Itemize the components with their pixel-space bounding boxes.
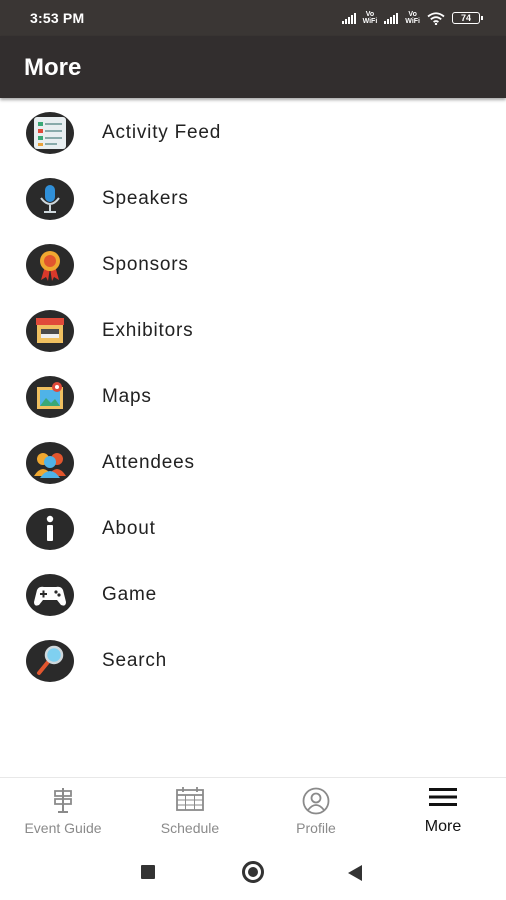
signpost-icon [54, 788, 72, 813]
menu-item-attendees[interactable]: Attendees [0, 433, 506, 493]
hamburger-icon [429, 788, 457, 806]
map-pin-icon [26, 376, 74, 418]
status-bar: 3:53 PM Vo WiFi Vo WiFi 74 [0, 0, 506, 36]
app-bar: More [0, 36, 506, 98]
menu-item-label: Sponsors [102, 254, 189, 275]
menu-item-label: Search [102, 650, 168, 671]
tab-label: Schedule [160, 820, 220, 836]
vowifi-icon: Vo WiFi [405, 11, 420, 25]
activity-feed-icon [26, 112, 74, 154]
gamepad-icon [26, 574, 74, 616]
wifi-icon [427, 11, 445, 25]
bottom-nav: Event Guide Schedule Profile More [0, 777, 506, 844]
menu-item-maps[interactable]: Maps [0, 367, 506, 427]
battery-icon: 74 [452, 12, 483, 24]
menu-item-exhibitors[interactable]: Exhibitors [0, 301, 506, 361]
tab-label: Event Guide [24, 820, 102, 836]
menu-item-label: Maps [102, 386, 152, 407]
menu-item-label: About [102, 518, 156, 539]
menu-item-activity-feed[interactable]: Activity Feed [0, 103, 506, 163]
signal-icon [384, 12, 399, 24]
menu-item-search[interactable]: Search [0, 631, 506, 691]
menu-item-label: Game [102, 584, 157, 605]
status-icons: Vo WiFi Vo WiFi 74 [341, 11, 483, 25]
menu-item-sponsors[interactable]: Sponsors [0, 235, 506, 295]
signal-icon [341, 12, 356, 24]
page-title: More [24, 54, 82, 81]
tab-schedule[interactable]: Schedule [127, 778, 253, 844]
vowifi-icon: Vo WiFi [362, 11, 378, 25]
status-time: 3:53 PM [30, 10, 85, 26]
recent-apps-icon[interactable] [141, 865, 155, 879]
user-circle-icon [302, 787, 330, 815]
system-nav-bar [0, 843, 506, 900]
battery-level: 74 [460, 13, 471, 23]
microphone-icon [26, 178, 74, 220]
tab-event-guide[interactable]: Event Guide [0, 778, 126, 844]
calendar-icon [176, 787, 204, 811]
tab-more[interactable]: More [380, 778, 506, 844]
people-icon [26, 442, 74, 484]
menu-item-about[interactable]: About [0, 499, 506, 559]
tab-label: Profile [296, 820, 336, 836]
home-icon[interactable] [242, 861, 264, 883]
menu-item-label: Speakers [102, 188, 189, 209]
tab-label: More [424, 818, 462, 835]
menu-item-label: Attendees [102, 452, 195, 473]
menu-item-game[interactable]: Game [0, 565, 506, 625]
ribbon-badge-icon [26, 244, 74, 286]
storefront-icon [26, 310, 74, 352]
info-icon [26, 508, 74, 550]
menu-item-label: Activity Feed [102, 122, 222, 143]
magnifier-icon [26, 640, 74, 682]
menu-item-label: Exhibitors [102, 320, 194, 341]
menu-item-speakers[interactable]: Speakers [0, 169, 506, 229]
tab-profile[interactable]: Profile [253, 778, 379, 844]
back-icon[interactable] [348, 865, 362, 881]
